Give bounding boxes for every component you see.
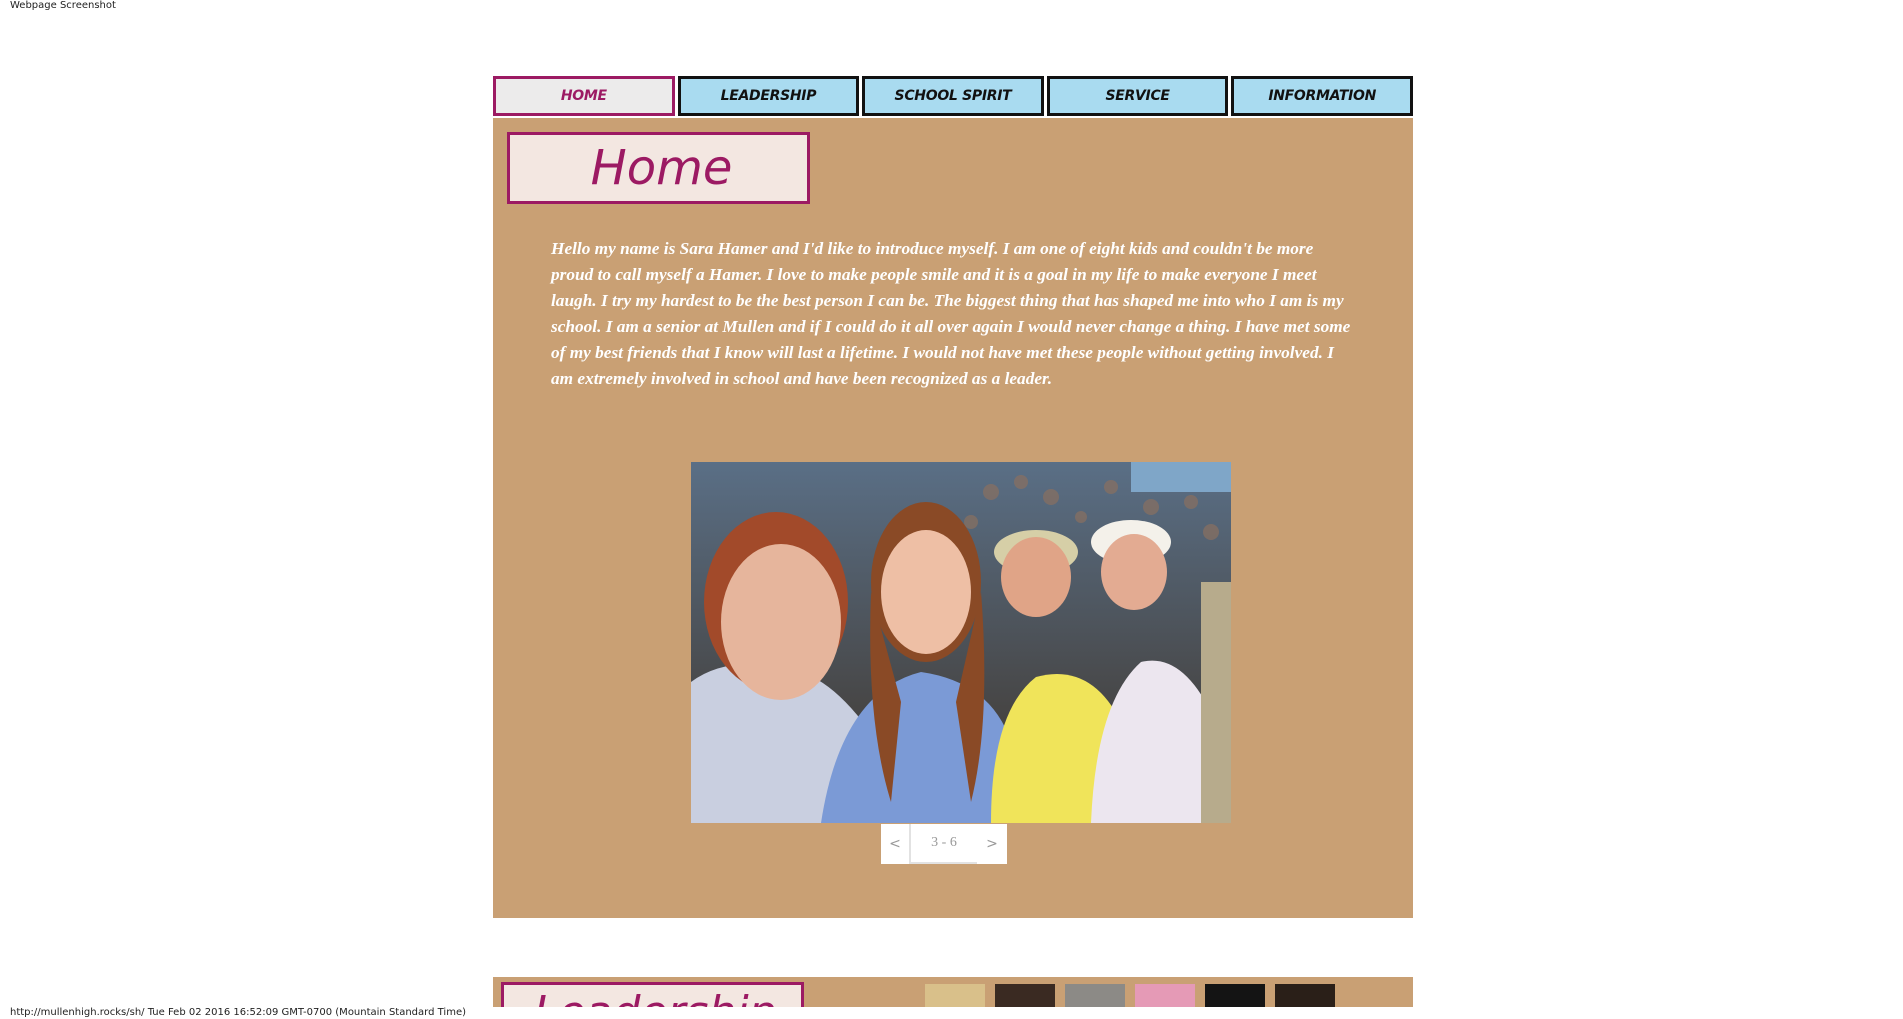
thumbnail-image[interactable] (1275, 984, 1335, 1007)
tab-information[interactable]: Information (1231, 76, 1413, 116)
thumbnail-image[interactable] (995, 984, 1055, 1007)
site-container: Home Leadership School Spirit Service In… (493, 76, 1413, 918)
thumbnail-image[interactable] (1135, 984, 1195, 1007)
tab-school-spirit[interactable]: School Spirit (862, 76, 1044, 116)
slideshow-prev-button[interactable]: < (881, 824, 911, 864)
slideshow-counter: 3 - 6 (911, 824, 977, 864)
tab-leadership[interactable]: Leadership (677, 76, 860, 116)
screenshot-url-caption: http://mullenhigh.rocks/sh/ Tue Feb 02 2… (10, 1007, 466, 1018)
leadership-title: Leadership (534, 991, 777, 1008)
thumbnail-image[interactable] (1065, 984, 1125, 1007)
thumbnail-image[interactable] (1205, 984, 1265, 1007)
intro-paragraph: Hello my name is Sara Hamer and I'd like… (551, 239, 1351, 388)
slideshow-next-button[interactable]: > (977, 824, 1007, 864)
page-title-box: Home (507, 132, 810, 204)
home-section: Home Hello my name is Sara Hamer and I'd… (493, 118, 1413, 918)
page-title: Home (590, 140, 733, 196)
tab-home[interactable]: Home (493, 76, 675, 116)
group-selfie-image (691, 462, 1231, 823)
leadership-thumbnails (925, 984, 1335, 1007)
main-nav: Home Leadership School Spirit Service In… (493, 76, 1413, 116)
leadership-title-box: Leadership (501, 982, 804, 1007)
slideshow-photo[interactable] (691, 462, 1231, 823)
tab-service[interactable]: Service (1046, 76, 1229, 116)
screenshot-caption: Webpage Screenshot (10, 0, 116, 11)
thumbnail-image[interactable] (925, 984, 985, 1007)
slideshow-controls: < 3 - 6 > (881, 824, 1011, 864)
leadership-section-preview: Leadership (493, 977, 1413, 1007)
